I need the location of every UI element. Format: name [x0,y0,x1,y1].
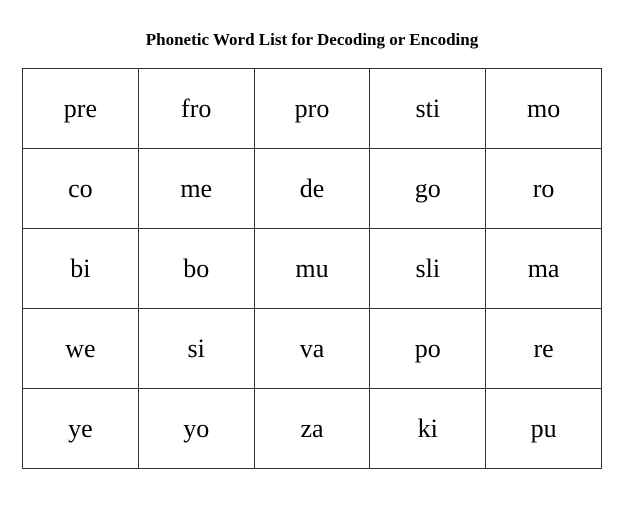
table-cell: ye [23,389,139,469]
table-cell: ki [370,389,486,469]
table-cell: ro [486,149,602,229]
table-cell: fro [138,69,254,149]
page-container: Phonetic Word List for Decoding or Encod… [22,20,602,469]
table-cell: po [370,309,486,389]
word-table: prefroprostimocomedegorobibomuslimawesiv… [22,68,602,469]
table-cell: de [254,149,370,229]
table-cell: co [23,149,139,229]
table-row: yeyozakipu [23,389,602,469]
table-cell: pu [486,389,602,469]
table-cell: we [23,309,139,389]
table-cell: va [254,309,370,389]
table-cell: si [138,309,254,389]
page-title: Phonetic Word List for Decoding or Encod… [22,30,602,50]
table-cell: yo [138,389,254,469]
table-row: comedegoro [23,149,602,229]
table-row: prefroprostimo [23,69,602,149]
table-cell: me [138,149,254,229]
table-cell: sti [370,69,486,149]
table-cell: bo [138,229,254,309]
table-cell: go [370,149,486,229]
table-cell: mu [254,229,370,309]
table-cell: bi [23,229,139,309]
table-cell: re [486,309,602,389]
table-cell: sli [370,229,486,309]
table-cell: pre [23,69,139,149]
table-cell: mo [486,69,602,149]
table-cell: za [254,389,370,469]
table-cell: pro [254,69,370,149]
table-row: wesivapore [23,309,602,389]
table-row: bibomuslima [23,229,602,309]
table-cell: ma [486,229,602,309]
